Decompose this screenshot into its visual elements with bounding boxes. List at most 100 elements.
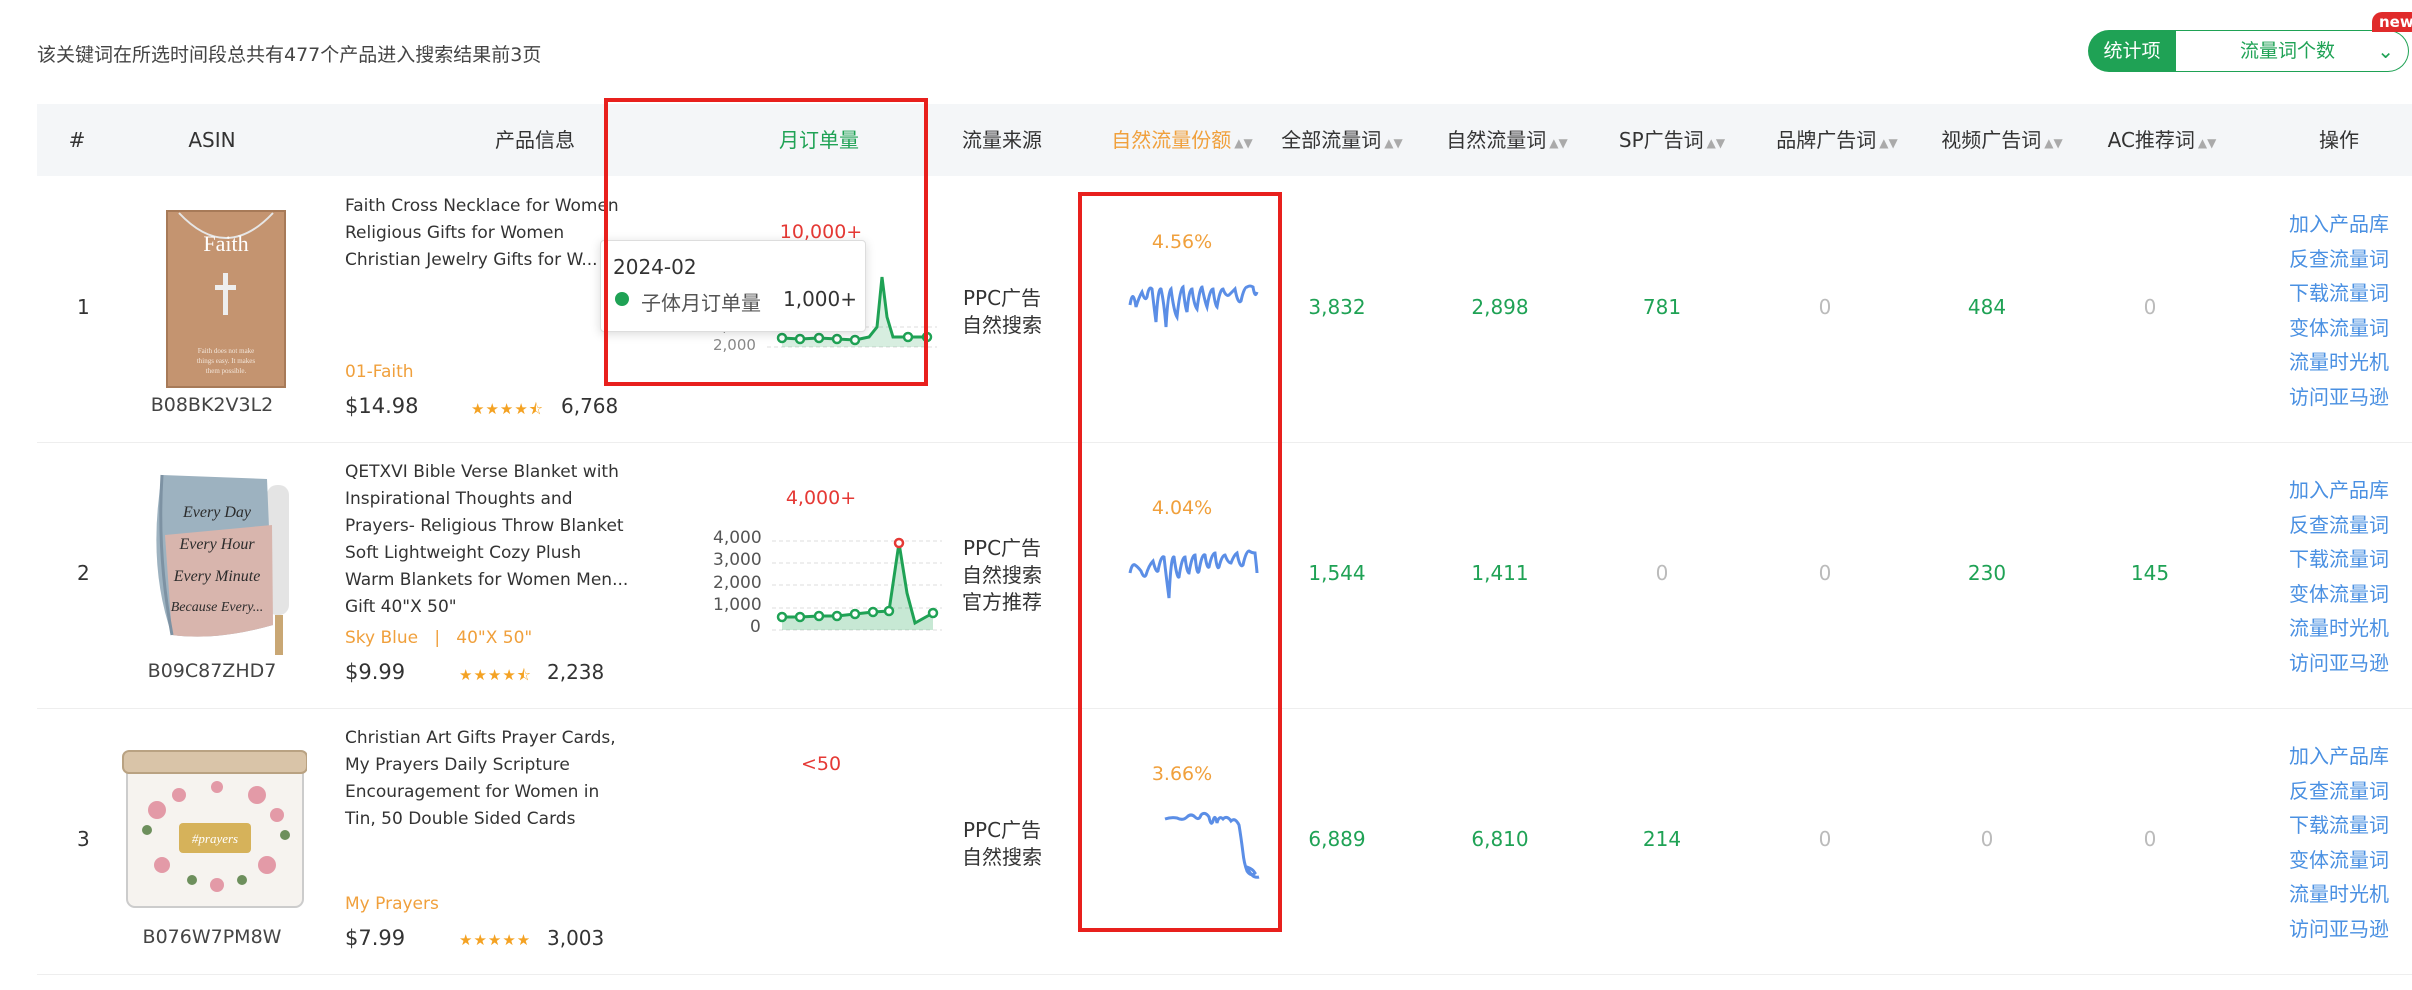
col-sp-keywords[interactable]: SP广告词 ▲▼ bbox=[1592, 104, 1752, 176]
sp-keywords-value: 0 bbox=[1655, 561, 1669, 585]
price: $14.98 bbox=[345, 394, 419, 418]
new-badge: new bbox=[2372, 12, 2412, 32]
all-keywords-value[interactable]: 6,889 bbox=[1277, 827, 1397, 851]
svg-text:Faith does not make: Faith does not make bbox=[198, 347, 255, 355]
sort-icon: ▲▼ bbox=[2197, 136, 2217, 150]
rating-stars: ★★★★⯪ bbox=[471, 400, 544, 418]
add-to-library-link[interactable]: 加入产品库 bbox=[2274, 473, 2404, 508]
title-line: Warm Blankets for Women Men... bbox=[345, 570, 629, 590]
svg-text:Every Minute: Every Minute bbox=[173, 568, 261, 585]
title-line: Christian Art Gifts Prayer Cards, bbox=[345, 728, 616, 748]
variant-keywords-link[interactable]: 变体流量词 bbox=[2274, 311, 2404, 346]
title-line: QETXVI Bible Verse Blanket with bbox=[345, 462, 619, 482]
time-machine-link[interactable]: 流量时光机 bbox=[2274, 877, 2404, 912]
video-keywords-value[interactable]: 484 bbox=[1927, 295, 2047, 319]
col-index: # bbox=[68, 128, 86, 152]
title-line: Soft Lightweight Cozy Plush bbox=[345, 543, 582, 563]
svg-text:things easy. It makes: things easy. It makes bbox=[197, 357, 256, 365]
title-line: Gift 40"X 50" bbox=[345, 597, 457, 617]
reverse-keywords-link[interactable]: 反查流量词 bbox=[2274, 508, 2404, 543]
price: $9.99 bbox=[345, 660, 406, 684]
col-all-keywords-label: 全部流量词 bbox=[1281, 128, 1382, 152]
brand-keywords-value: 0 bbox=[1818, 827, 1832, 851]
add-to-library-link[interactable]: 加入产品库 bbox=[2274, 739, 2404, 774]
sort-icon: ▲▼ bbox=[1384, 136, 1403, 150]
visit-amazon-link[interactable]: 访问亚马逊 bbox=[2274, 380, 2404, 415]
time-machine-link[interactable]: 流量时光机 bbox=[2274, 611, 2404, 646]
row-actions: 加入产品库 反查流量词 下载流量词 变体流量词 流量时光机 访问亚马逊 bbox=[2274, 473, 2404, 680]
sp-keywords-value[interactable]: 214 bbox=[1602, 827, 1722, 851]
col-brand-keywords[interactable]: 品牌广告词 ▲▼ bbox=[1752, 104, 1922, 176]
ac-keywords-value: 0 bbox=[2143, 827, 2157, 851]
monthly-orders-chart[interactable] bbox=[737, 523, 957, 643]
monthly-orders-value: <50 bbox=[800, 753, 842, 775]
download-keywords-link[interactable]: 下载流量词 bbox=[2274, 542, 2404, 577]
col-organic-share-label: 自然流量份额 bbox=[1111, 128, 1232, 152]
reverse-keywords-link[interactable]: 反查流量词 bbox=[2274, 242, 2404, 277]
download-keywords-link[interactable]: 下载流量词 bbox=[2274, 276, 2404, 311]
variant-keywords-link[interactable]: 变体流量词 bbox=[2274, 577, 2404, 612]
product-thumbnail[interactable]: Every Day Every Hour Every Minute Becaus… bbox=[117, 465, 307, 655]
rating-stars: ★★★★⯪ bbox=[459, 666, 532, 684]
col-organic-share[interactable]: 自然流量份额 ▲▼ bbox=[1082, 104, 1282, 176]
svg-text:Every Day: Every Day bbox=[182, 504, 252, 521]
brand-keywords-value: 0 bbox=[1818, 295, 1832, 319]
visit-amazon-link[interactable]: 访问亚马逊 bbox=[2274, 646, 2404, 681]
sort-icon: ▲▼ bbox=[1879, 136, 1898, 150]
product-title[interactable]: QETXVI Bible Verse Blanket with Inspirat… bbox=[345, 459, 645, 621]
stat-toggle-button[interactable]: 统计项 bbox=[2088, 30, 2176, 72]
review-count: 6,768 bbox=[561, 394, 619, 418]
traffic-source: PPC广告 自然搜索 bbox=[962, 818, 1042, 869]
asin-value[interactable]: B08BK2V3L2 bbox=[115, 394, 309, 416]
organic-keywords-value[interactable]: 6,810 bbox=[1440, 827, 1560, 851]
sort-icon: ▲▼ bbox=[1706, 136, 1726, 150]
add-to-library-link[interactable]: 加入产品库 bbox=[2274, 207, 2404, 242]
stat-select-value: 流量词个数 bbox=[2240, 40, 2336, 62]
row-index: 2 bbox=[77, 561, 90, 585]
product-title[interactable]: Christian Art Gifts Prayer Cards, My Pra… bbox=[345, 725, 645, 833]
title-line: Prayers- Religious Throw Blanket bbox=[345, 516, 624, 536]
review-count: 2,238 bbox=[547, 660, 605, 684]
sp-keywords-value[interactable]: 781 bbox=[1602, 295, 1722, 319]
variant-keywords-link[interactable]: 变体流量词 bbox=[2274, 843, 2404, 878]
asin-value[interactable]: B09C87ZHD7 bbox=[115, 660, 309, 682]
organic-keywords-value[interactable]: 1,411 bbox=[1440, 561, 1560, 585]
col-ac-keywords[interactable]: AC推荐词 ▲▼ bbox=[2082, 104, 2242, 176]
visit-amazon-link[interactable]: 访问亚马逊 bbox=[2274, 912, 2404, 947]
col-organic-keywords[interactable]: 自然流量词 ▲▼ bbox=[1422, 104, 1592, 176]
traffic-source: PPC广告 自然搜索 官方推荐 bbox=[962, 536, 1042, 614]
ac-keywords-value[interactable]: 145 bbox=[2090, 561, 2210, 585]
title-line: Encouragement for Women in bbox=[345, 782, 600, 802]
col-all-keywords[interactable]: 全部流量词 ▲▼ bbox=[1262, 104, 1422, 176]
row-index: 1 bbox=[77, 295, 90, 319]
col-asin: ASIN bbox=[188, 128, 236, 152]
organic-keywords-value[interactable]: 2,898 bbox=[1440, 295, 1560, 319]
col-traffic-source: 流量来源 bbox=[962, 128, 1042, 152]
svg-text:them possible.: them possible. bbox=[206, 367, 247, 375]
video-keywords-value[interactable]: 230 bbox=[1927, 561, 2047, 585]
brand-keywords-value: 0 bbox=[1818, 561, 1832, 585]
reverse-keywords-link[interactable]: 反查流量词 bbox=[2274, 774, 2404, 809]
title-line: Inspirational Thoughts and bbox=[345, 489, 573, 509]
sort-icon: ▲▼ bbox=[1549, 136, 1568, 150]
search-summary: 该关键词在所选时间段总共有477个产品进入搜索结果前3页 bbox=[37, 44, 542, 66]
download-keywords-link[interactable]: 下载流量词 bbox=[2274, 808, 2404, 843]
stat-select[interactable]: 流量词个数 ⌄ bbox=[2176, 30, 2409, 72]
price: $7.99 bbox=[345, 926, 406, 950]
asin-value[interactable]: B076W7PM8W bbox=[115, 926, 309, 948]
variant-label: My Prayers bbox=[345, 894, 439, 914]
product-thumbnail[interactable]: Faith Faith does not make things easy. I… bbox=[117, 203, 307, 393]
variant-label: 01-Faith bbox=[345, 362, 414, 382]
stat-toggle-group: 统计项 流量词个数 ⌄ bbox=[2088, 30, 2409, 72]
all-keywords-value[interactable]: 3,832 bbox=[1277, 295, 1397, 319]
row-index: 3 bbox=[77, 827, 90, 851]
svg-text:Faith: Faith bbox=[203, 231, 248, 256]
product-thumbnail[interactable]: #prayers bbox=[117, 735, 307, 925]
highlight-box-organic-share bbox=[1078, 192, 1282, 932]
highlight-box-monthly-orders bbox=[604, 98, 928, 386]
all-keywords-value[interactable]: 1,544 bbox=[1277, 561, 1397, 585]
col-video-keywords[interactable]: 视频广告词 ▲▼ bbox=[1922, 104, 2082, 176]
ac-keywords-value: 0 bbox=[2143, 295, 2157, 319]
time-machine-link[interactable]: 流量时光机 bbox=[2274, 345, 2404, 380]
col-organic-keywords-label: 自然流量词 bbox=[1446, 128, 1547, 152]
